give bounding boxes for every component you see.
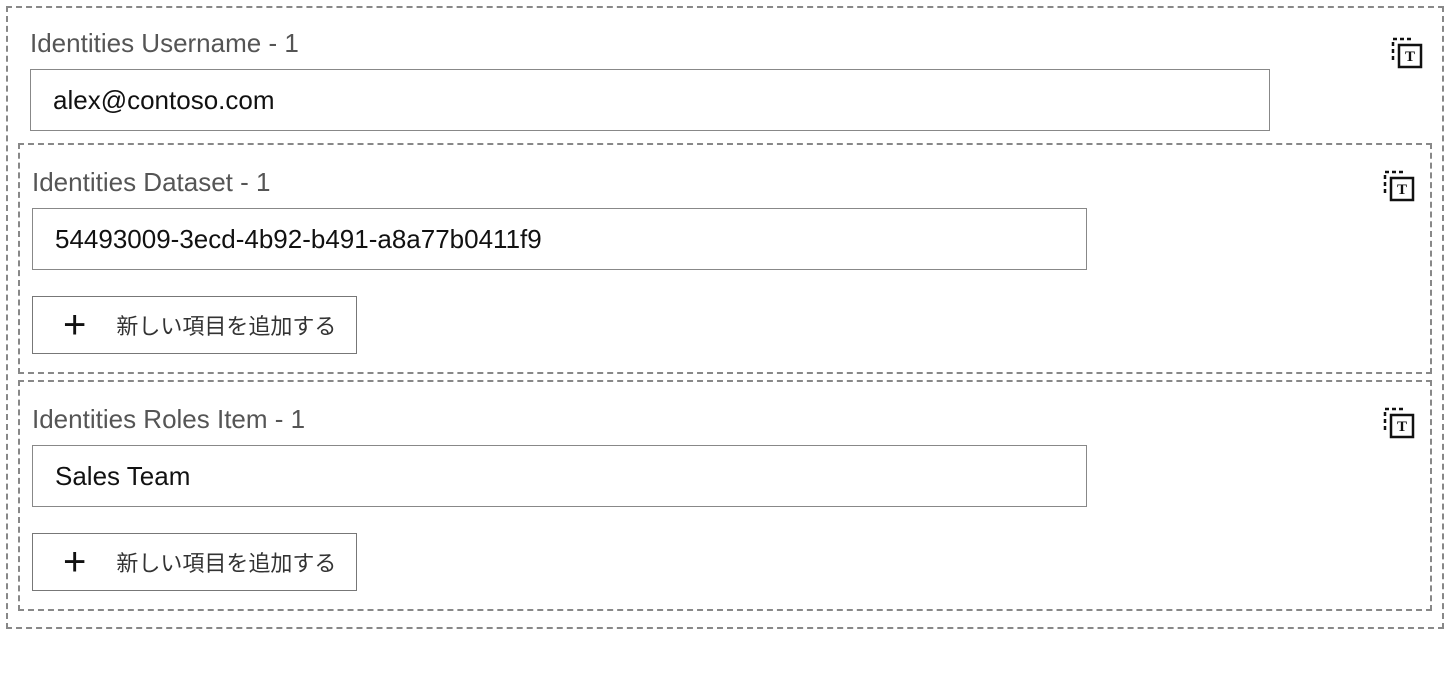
dataset-label: Identities Dataset - 1	[32, 167, 1418, 198]
add-role-label: 新しい項目を追加する	[116, 546, 336, 578]
svg-text:T: T	[1397, 419, 1407, 435]
username-label: Identities Username - 1	[30, 28, 1420, 59]
roles-input[interactable]	[32, 445, 1087, 507]
roles-label: Identities Roles Item - 1	[32, 404, 1418, 435]
dataset-input[interactable]	[32, 208, 1087, 270]
svg-text:T: T	[1397, 182, 1407, 198]
dynamic-value-icon[interactable]: T	[1382, 169, 1416, 203]
plus-icon: +	[63, 542, 86, 582]
add-dataset-label: 新しい項目を追加する	[116, 309, 336, 341]
identities-group: T Identities Username - 1 T Identities D…	[6, 6, 1444, 629]
add-role-button[interactable]: + 新しい項目を追加する	[32, 533, 357, 591]
add-dataset-button[interactable]: + 新しい項目を追加する	[32, 296, 357, 354]
dataset-field-block: T Identities Dataset - 1 + 新しい項目を追加する	[18, 143, 1432, 374]
username-field-block: Identities Username - 1	[18, 14, 1432, 137]
username-input[interactable]	[30, 69, 1270, 131]
plus-icon: +	[63, 305, 86, 345]
roles-field-block: T Identities Roles Item - 1 + 新しい項目を追加する	[18, 380, 1432, 611]
dynamic-value-icon[interactable]: T	[1382, 406, 1416, 440]
